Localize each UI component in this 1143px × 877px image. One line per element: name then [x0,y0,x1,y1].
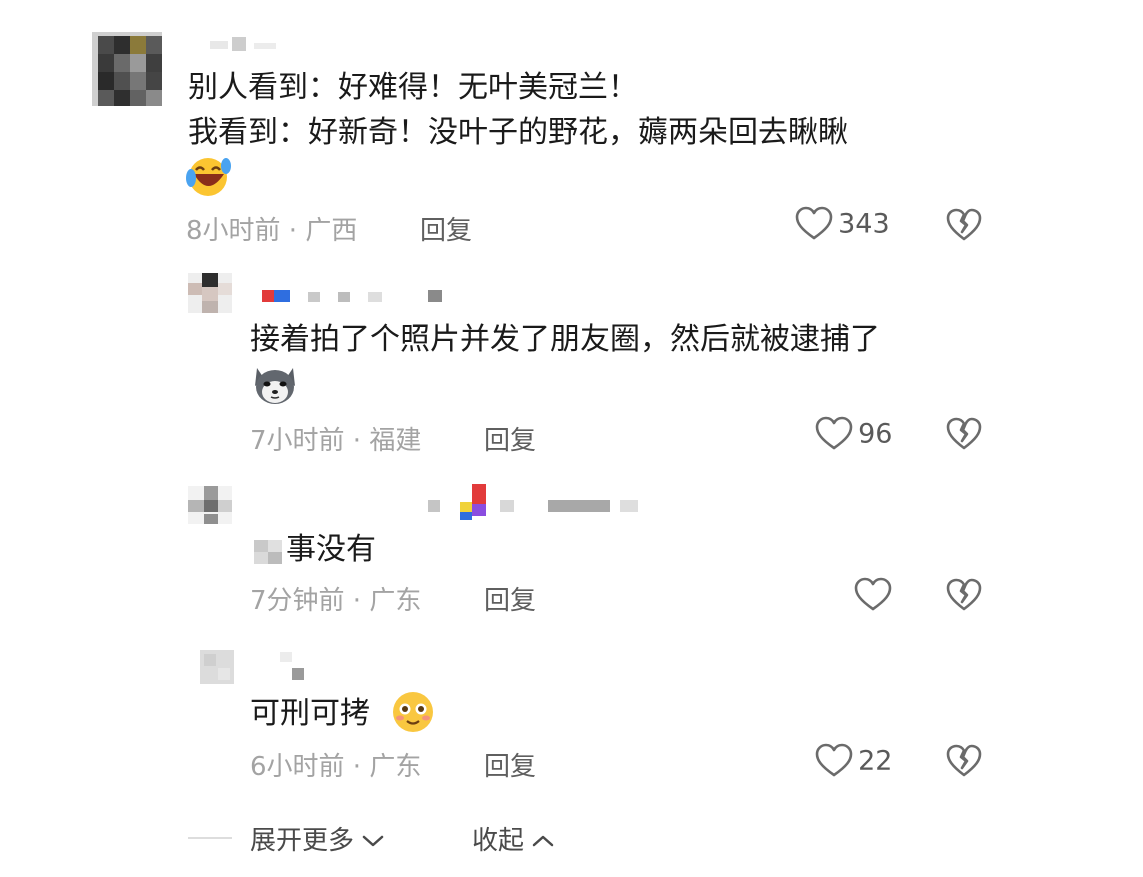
husky-dog-emoji [251,362,299,410]
reply-button[interactable]: 回复 [484,746,536,783]
heart-icon [815,743,853,777]
reply-button[interactable]: 回复 [420,210,472,247]
avatar[interactable] [92,32,162,106]
broken-heart-icon [946,208,982,241]
dislike-button[interactable] [946,417,982,455]
heart-icon [795,206,833,240]
expand-more-label: 展开更多 [250,826,355,856]
avatar[interactable] [200,650,234,684]
username-redacted[interactable] [210,36,280,51]
reply-button[interactable]: 回复 [484,580,536,617]
reply-text-line: 接着拍了个照片并发了朋友圈，然后就被逮捕了 [250,322,880,357]
collapse-label: 收起 [472,826,525,856]
expand-more-button[interactable]: 展开更多 [250,820,385,857]
broken-heart-icon [946,744,982,777]
comment-meta: 6小时前 · 广东 [250,752,422,782]
broken-heart-icon [946,417,982,450]
comment-text-line: 我看到：好新奇！没叶子的野花，薅两朵回去瞅瞅 [188,115,848,150]
dislike-button[interactable] [946,208,982,246]
like-button[interactable]: 22 [815,743,892,779]
comment-meta: 7小时前 · 福建 [250,426,422,456]
username-redacted[interactable] [280,652,310,682]
broken-heart-icon [946,578,982,611]
heart-icon [854,577,892,611]
footer-divider [188,837,232,839]
comment-text-line: 别人看到：好难得！无叶美冠兰！ [188,70,638,105]
redacted-text [252,536,286,566]
like-count: 96 [858,418,893,450]
like-button[interactable] [854,577,892,613]
laughing-crying-emoji [186,154,232,202]
comment-meta: 7分钟前 · 广东 [250,586,422,616]
dislike-button[interactable] [946,578,982,616]
chevron-down-icon [362,835,384,847]
avatar[interactable] [188,486,232,524]
like-count: 343 [838,208,890,240]
heart-icon [815,416,853,450]
chevron-up-icon [532,835,554,847]
avatar[interactable] [188,273,232,313]
like-button[interactable]: 96 [815,416,892,452]
reply-text-line: 事没有 [286,532,376,567]
smiling-blush-emoji [390,690,436,738]
username-redacted[interactable] [428,484,642,522]
username-redacted[interactable] [262,288,448,304]
like-button[interactable]: 343 [795,206,890,242]
like-count: 22 [858,745,893,777]
comment-meta: 8小时前 · 广西 [186,216,358,246]
reply-button[interactable]: 回复 [484,420,536,457]
reply-text-line: 可刑可拷 [250,696,370,731]
dislike-button[interactable] [946,744,982,782]
collapse-button[interactable]: 收起 [472,820,555,857]
